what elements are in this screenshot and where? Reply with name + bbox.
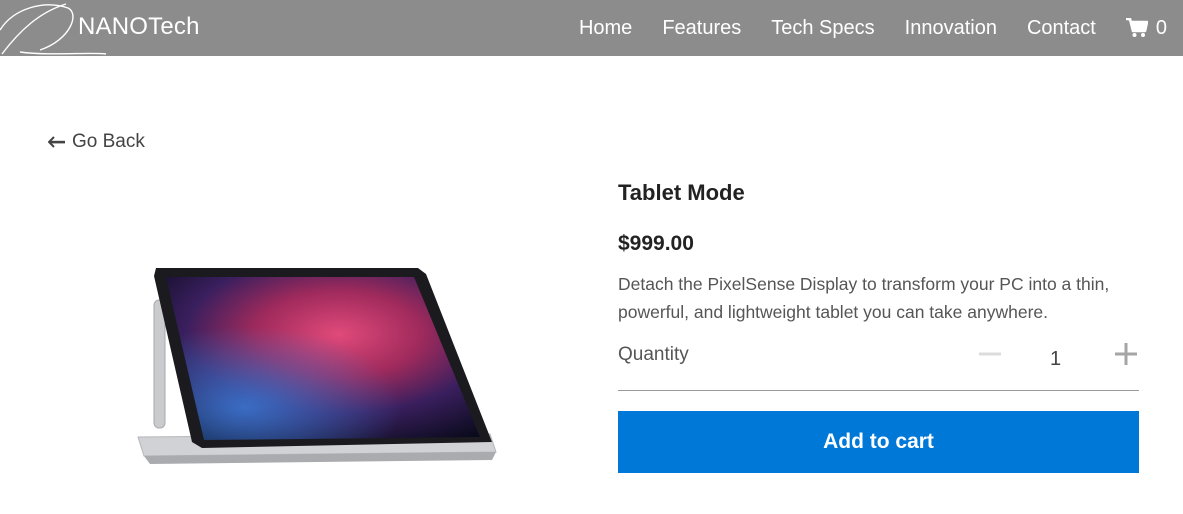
- increase-quantity-button[interactable]: [1114, 342, 1138, 366]
- cart-count: 0: [1155, 16, 1167, 39]
- plus-icon: [1115, 343, 1137, 365]
- product-description: Detach the PixelSense Display to transfo…: [618, 274, 1110, 322]
- product-image: [130, 262, 520, 477]
- main-nav: Home Features Tech Specs Innovation Cont…: [549, 0, 1167, 56]
- decrease-quantity-button[interactable]: [978, 342, 1002, 366]
- quantity-value[interactable]: 1: [1050, 348, 1061, 371]
- arrow-left-icon: [48, 136, 65, 148]
- go-back-link[interactable]: Go Back: [48, 131, 145, 153]
- product-details: Tablet Mode $999.00 Detach the PixelSens…: [618, 180, 1139, 473]
- product-price: $999.00: [618, 232, 694, 255]
- brand-logo[interactable]: NANOTech: [0, 0, 210, 56]
- nav-innovation[interactable]: Innovation: [905, 17, 997, 40]
- brand-name: NANOTech: [78, 13, 200, 40]
- cart-button[interactable]: 0: [1125, 16, 1167, 40]
- nav-contact[interactable]: Contact: [1027, 17, 1096, 40]
- minus-icon: [979, 352, 1001, 356]
- nav-tech-specs[interactable]: Tech Specs: [771, 17, 874, 40]
- shopping-cart-icon: [1125, 18, 1148, 37]
- quantity-row: Quantity 1: [618, 342, 1139, 391]
- quantity-label: Quantity: [618, 344, 689, 365]
- add-to-cart-button[interactable]: Add to cart: [618, 411, 1139, 473]
- top-navbar: NANOTech Home Features Tech Specs Innova…: [0, 0, 1183, 56]
- product-title: Tablet Mode: [618, 180, 745, 205]
- nav-features[interactable]: Features: [662, 17, 741, 40]
- go-back-label: Go Back: [72, 131, 145, 152]
- nav-home[interactable]: Home: [579, 17, 632, 40]
